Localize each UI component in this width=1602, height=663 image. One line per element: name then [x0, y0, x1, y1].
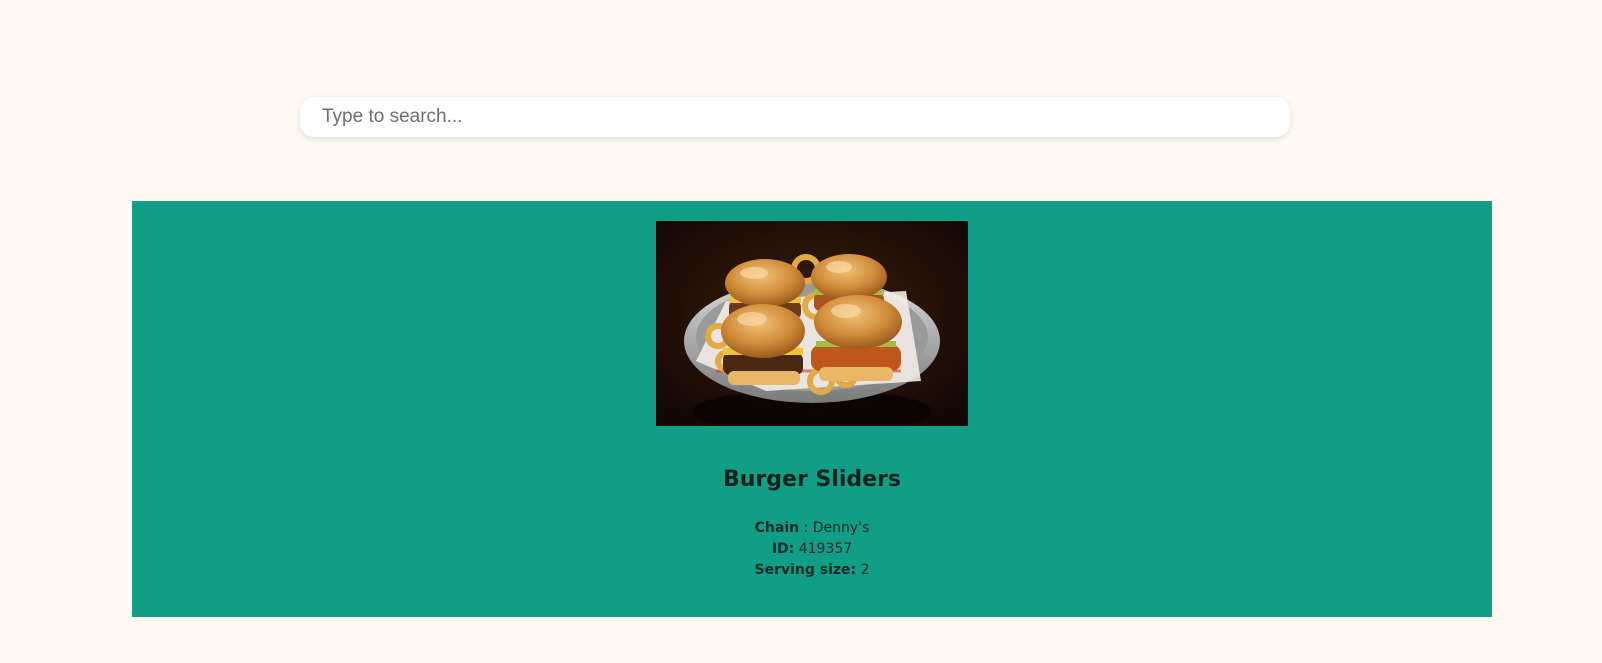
burger-sliders-image	[656, 221, 968, 426]
item-title: Burger Sliders	[723, 467, 901, 492]
serving-value: 2	[860, 562, 870, 578]
serving-row: Serving size: 2	[132, 560, 1492, 581]
id-value: 419357	[798, 541, 853, 557]
item-details: Chain : Denny's ID: 419357 Serving size:…	[132, 518, 1492, 581]
search-input[interactable]	[300, 97, 1290, 137]
food-photo	[656, 221, 968, 426]
chain-separator: :	[799, 520, 813, 536]
id-row: ID: 419357	[132, 539, 1492, 560]
result-card[interactable]: Burger Sliders Chain : Denny's ID: 41935…	[132, 201, 1492, 617]
chain-value: Denny's	[812, 520, 870, 536]
id-label: ID:	[771, 541, 795, 557]
chain-label: Chain	[754, 520, 800, 536]
page: Burger Sliders Chain : Denny's ID: 41935…	[0, 0, 1602, 663]
search-bar	[300, 97, 1290, 137]
chain-row: Chain : Denny's	[132, 518, 1492, 539]
serving-label: Serving size:	[754, 562, 857, 578]
